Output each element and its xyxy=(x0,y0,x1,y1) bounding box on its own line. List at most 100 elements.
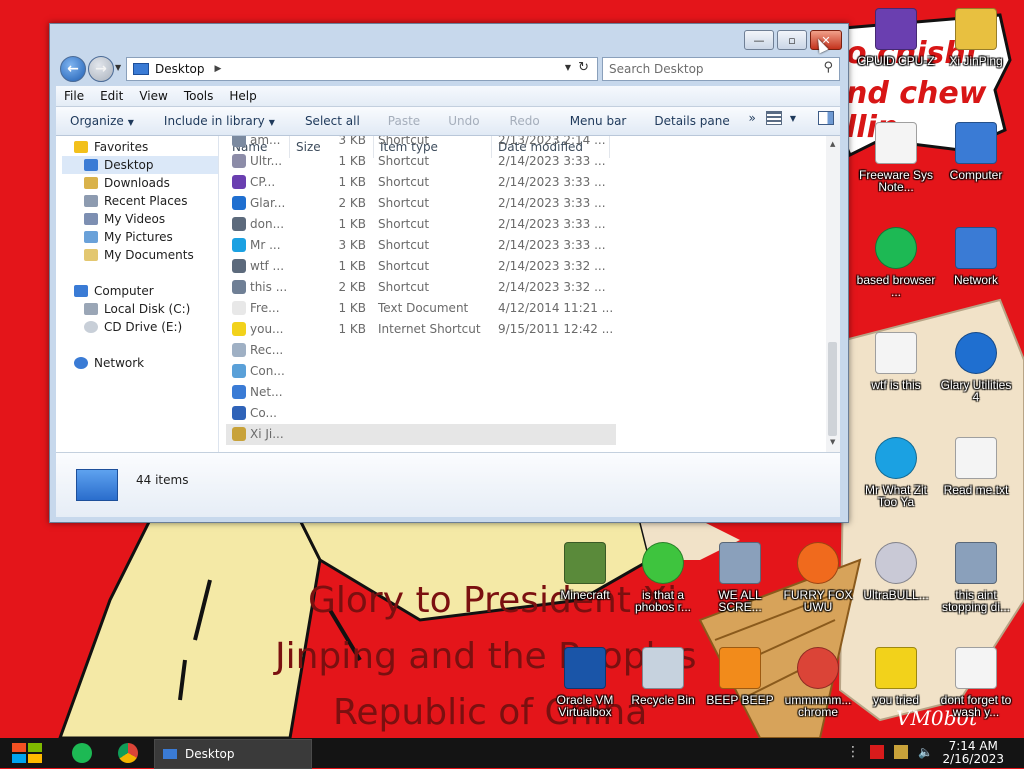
file-row[interactable]: don... 1 KB Shortcut 2/14/2023 3:33 ... xyxy=(226,214,616,235)
desktop-icon[interactable]: is that a phobos r... xyxy=(623,540,703,613)
spotify-taskbar-icon[interactable] xyxy=(72,743,92,763)
more-commands-button[interactable]: » xyxy=(749,111,756,125)
scroll-up-icon[interactable]: ▲ xyxy=(830,140,835,148)
maximize-button[interactable]: ▫ xyxy=(777,30,807,50)
file-size: 1 KB xyxy=(338,259,366,273)
nav-recent-places[interactable]: Recent Places xyxy=(84,192,187,210)
desktop-icon[interactable]: this aint stopping di... xyxy=(936,540,1016,613)
file-row[interactable]: Ultr... 1 KB Shortcut 2/14/2023 3:33 ... xyxy=(226,151,616,172)
desktop-icon[interactable]: CPUID CPU-Z xyxy=(856,6,936,67)
file-type: Shortcut xyxy=(378,280,430,294)
address-crumb[interactable]: Desktop xyxy=(155,62,205,76)
select-all-button[interactable]: Select all xyxy=(305,114,360,128)
desktop-icon[interactable]: dont forget to wash y... xyxy=(936,645,1016,718)
nav-local-disk[interactable]: Local Disk (C:) xyxy=(84,300,190,318)
nav-computer-label: Computer xyxy=(94,284,154,298)
menu-help[interactable]: Help xyxy=(229,89,256,103)
nav-my-documents[interactable]: My Documents xyxy=(84,246,194,264)
minimize-button[interactable]: — xyxy=(744,30,774,50)
documents-folder-icon xyxy=(84,249,98,261)
desktop-icon[interactable]: Network xyxy=(936,225,1016,286)
desktop-icon[interactable]: based browser ... xyxy=(856,225,936,298)
address-dropdown-icon[interactable]: ▼ xyxy=(565,63,571,72)
scroll-down-icon[interactable]: ▼ xyxy=(830,438,835,446)
desktop-icon[interactable]: Xi JinPing xyxy=(936,6,1016,67)
file-row[interactable]: Fre... 1 KB Text Document 4/12/2014 11:21 .… xyxy=(226,298,616,319)
file-row[interactable]: Glar... 2 KB Shortcut 2/14/2023 3:33 ... xyxy=(226,193,616,214)
scroll-thumb[interactable] xyxy=(828,342,837,436)
explorer-window[interactable]: — ▫ ✕ ← → ▼ Desktop ▶ ▼ ↻ Search Desktop… xyxy=(49,23,849,523)
speaker-icon[interactable]: 🔈 xyxy=(918,745,933,759)
file-row[interactable]: Rec... xyxy=(226,340,616,361)
menu-tools[interactable]: Tools xyxy=(184,89,214,103)
nav-computer[interactable]: Computer xyxy=(74,282,154,300)
nav-my-videos[interactable]: My Videos xyxy=(84,210,165,228)
taskbar-window-desktop[interactable]: Desktop xyxy=(154,739,312,769)
organize-button[interactable]: Organize ▼ xyxy=(70,114,134,128)
nav-desktop[interactable]: Desktop xyxy=(62,156,218,174)
nav-downloads[interactable]: Downloads xyxy=(84,174,170,192)
more-icon[interactable]: ⋮ xyxy=(846,744,860,760)
search-input[interactable]: Search Desktop ⚲ xyxy=(602,57,840,81)
desktop-icon[interactable]: Freeware Sys Note... xyxy=(856,120,936,193)
file-row[interactable]: Net... xyxy=(226,382,616,403)
desktop-icon[interactable]: you tried xyxy=(856,645,936,706)
file-row[interactable]: wtf ... 1 KB Shortcut 2/14/2023 3:32 ... xyxy=(226,256,616,277)
refresh-icon[interactable]: ↻ xyxy=(578,60,589,75)
nav-my-pictures[interactable]: My Pictures xyxy=(84,228,173,246)
pictures-folder-icon xyxy=(84,231,98,243)
file-date-modified: 4/12/2014 11:21 ... xyxy=(498,301,614,315)
desktop-icon[interactable]: Glary Utilities 4 xyxy=(936,330,1016,403)
breadcrumb-chevron-icon[interactable]: ▶ xyxy=(215,64,222,74)
desktop-icon[interactable]: WE ALL SCRE... xyxy=(700,540,780,613)
paste-button[interactable]: Paste xyxy=(388,114,420,128)
clock[interactable]: 7:14 AM 2/16/2023 xyxy=(942,740,1004,766)
desktop-icon[interactable]: FURRY FOX UWU xyxy=(778,540,858,613)
chrome-taskbar-icon[interactable] xyxy=(118,743,138,763)
desktop-icon[interactable]: BEEP BEEP xyxy=(700,645,780,706)
file-row[interactable]: Co... xyxy=(226,403,616,424)
file-row[interactable]: Xi Ji... xyxy=(226,424,616,445)
address-bar[interactable]: Desktop ▶ ▼ ↻ xyxy=(126,57,598,81)
file-row[interactable]: CP... 1 KB Shortcut 2/14/2023 3:33 ... xyxy=(226,172,616,193)
view-dropdown-icon[interactable]: ▼ xyxy=(790,114,796,123)
desktop-icon[interactable]: ummmmm... chrome xyxy=(778,645,858,718)
desktop-icon[interactable]: Recycle Bin xyxy=(623,645,703,706)
desktop-icon[interactable]: Oracle VM Virtualbox xyxy=(545,645,625,718)
desktop-icon[interactable]: Read me.txt xyxy=(936,435,1016,496)
file-row[interactable]: Mr ... 3 KB Shortcut 2/14/2023 3:33 ... xyxy=(226,235,616,256)
vertical-scrollbar[interactable]: ▲ ▼ xyxy=(826,136,840,452)
nav-favorites[interactable]: Favorites xyxy=(74,138,148,156)
preview-pane-icon[interactable] xyxy=(818,111,834,125)
start-button[interactable] xyxy=(10,741,44,765)
menu-view[interactable]: View xyxy=(139,89,167,103)
desktop-icon[interactable]: Computer xyxy=(936,120,1016,181)
search-icon[interactable]: ⚲ xyxy=(823,60,833,75)
nav-cd-drive[interactable]: CD Drive (E:) xyxy=(84,318,182,336)
include-in-library-button[interactable]: Include in library ▼ xyxy=(164,114,275,128)
change-view-icon[interactable] xyxy=(765,111,782,125)
recent-pages-dropdown[interactable]: ▼ xyxy=(115,63,121,72)
network-icon xyxy=(74,357,88,369)
undo-button[interactable]: Undo xyxy=(448,114,479,128)
file-row[interactable]: this ... 2 KB Shortcut 2/14/2023 3:32 ... xyxy=(226,277,616,298)
forward-button[interactable]: → xyxy=(88,56,114,82)
nav-network[interactable]: Network xyxy=(74,354,144,372)
redo-button[interactable]: Redo xyxy=(510,114,540,128)
menu-file[interactable]: File xyxy=(64,89,84,103)
desktop-icon[interactable]: UltraBULL... xyxy=(856,540,936,601)
file-row[interactable]: Con... xyxy=(226,361,616,382)
menu-bar-button[interactable]: Menu bar xyxy=(570,114,627,128)
back-button[interactable]: ← xyxy=(60,56,86,82)
display-icon[interactable] xyxy=(894,745,908,759)
nav-documents-label: My Documents xyxy=(104,248,194,262)
menu-edit[interactable]: Edit xyxy=(100,89,123,103)
file-row[interactable]: you... 1 KB Internet Shortcut 9/15/2011 12:… xyxy=(226,319,616,340)
details-pane-button[interactable]: Details pane xyxy=(654,114,729,128)
file-row[interactable]: am... 3 KB Shortcut 2/13/2023 2:14 ... xyxy=(226,136,616,151)
glary-icon xyxy=(232,196,246,210)
desktop-icon[interactable]: Minecraft xyxy=(545,540,625,601)
desktop-icon[interactable]: wtf is this xyxy=(856,330,936,391)
flag-icon[interactable] xyxy=(870,745,884,759)
desktop-icon[interactable]: Mr What Zit Too Ya xyxy=(856,435,936,508)
